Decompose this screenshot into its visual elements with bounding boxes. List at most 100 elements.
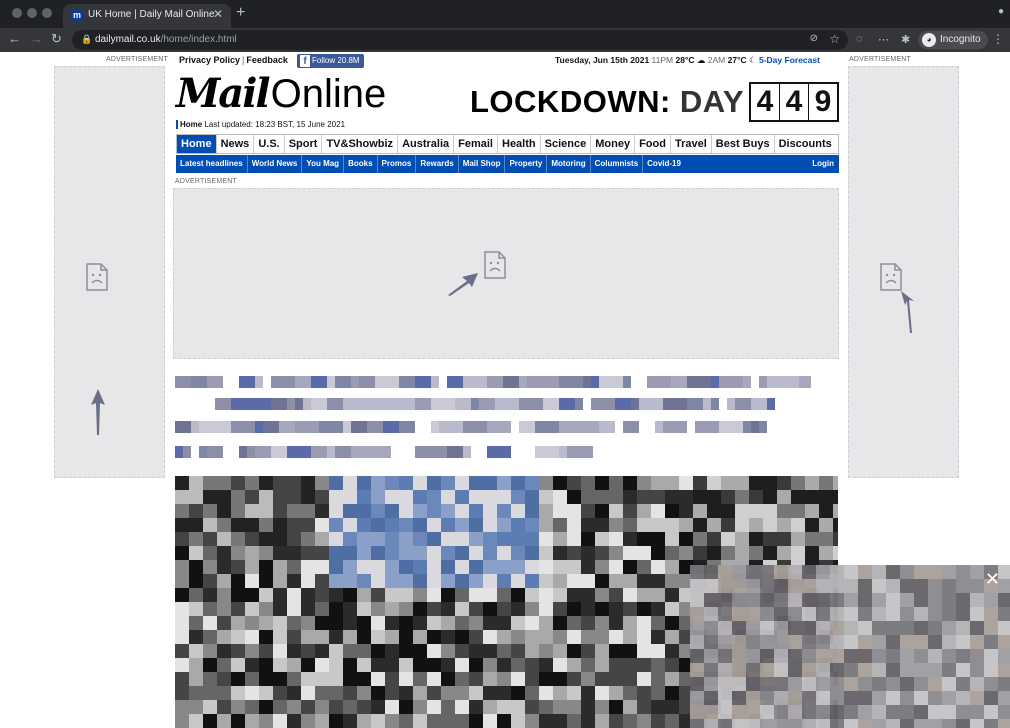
nav-item-health[interactable]: Health	[498, 135, 541, 153]
cursor-arrow-icon	[448, 273, 478, 296]
nav-item-food[interactable]: Food	[635, 135, 671, 153]
subnav-item-books[interactable]: Books	[344, 155, 378, 173]
weather-temp-2: 27°C	[727, 55, 747, 65]
mail-online-logo[interactable]: MailOnline	[176, 70, 386, 117]
subnav-item-latest-headlines[interactable]: Latest headlines	[176, 155, 248, 173]
nav-item-discounts[interactable]: Discounts	[775, 135, 836, 153]
logo-online: Online	[270, 72, 387, 116]
close-video-icon[interactable]: ✕	[985, 569, 1000, 590]
ad-label-right: ADVERTISEMENT	[849, 56, 911, 63]
back-icon[interactable]: ←	[8, 31, 21, 46]
cursor-arrow-icon	[91, 389, 105, 435]
moon-icon: ☾	[748, 55, 757, 65]
last-updated-text: Last updated: 18:23 BST, 15 June 2021	[204, 120, 346, 129]
day-digit: 4	[751, 84, 779, 120]
top-links: Privacy Policy | Feedback	[179, 55, 288, 65]
cursor-arrow-icon	[901, 291, 914, 333]
incognito-profile-button[interactable]: ◕ Incognito	[918, 31, 988, 49]
nav-item-u-s-[interactable]: U.S.	[254, 135, 285, 153]
privacy-policy-link[interactable]: Privacy Policy	[179, 55, 240, 65]
left-side-advertisement[interactable]	[54, 66, 165, 478]
browser-toolbar: ← → ↻ 🔒 dailymail.co.uk/home/index.html …	[0, 28, 1010, 52]
broken-image-icon	[484, 251, 506, 279]
current-date: Tuesday, Jun 15th 2021	[555, 55, 650, 65]
lock-icon[interactable]: 🔒	[81, 34, 92, 45]
five-day-forecast-link[interactable]: 5-Day Forecast	[759, 55, 820, 65]
nav-item-news[interactable]: News	[217, 135, 255, 153]
obscured-headline-line	[175, 421, 767, 433]
nav-item-australia[interactable]: Australia	[398, 135, 455, 153]
url-text[interactable]: dailymail.co.uk/home/index.html	[95, 34, 237, 45]
logo-mail: Mail	[176, 70, 271, 117]
weather-time-1: 11PM	[651, 55, 674, 65]
weather-bar: Tuesday, Jun 15th 2021 11PM 28°C ☁ 2AM 2…	[555, 55, 820, 66]
minimize-window-icon[interactable]	[27, 8, 37, 18]
leaderboard-advertisement[interactable]	[173, 188, 839, 359]
ad-label-left: ADVERTISEMENT	[106, 56, 168, 63]
day-digit: 9	[809, 84, 837, 120]
lockdown-label: LOCKDOWN:	[470, 84, 671, 119]
subnav-item-mail-shop[interactable]: Mail Shop	[459, 155, 506, 173]
tab-title: UK Home | Daily Mail Online	[88, 9, 215, 20]
facebook-follow-button[interactable]: f Follow 20.8M	[297, 54, 364, 68]
cloudy-night-icon: ☁	[696, 55, 706, 65]
extension-icon[interactable]: ◌	[856, 33, 863, 45]
tracking-blocked-icon[interactable]: ⊘	[810, 33, 818, 44]
daily-mail-favicon-icon: m	[71, 9, 83, 21]
obscured-headline-line	[175, 398, 785, 410]
nav-item-home[interactable]: Home	[177, 135, 217, 153]
right-side-advertisement[interactable]	[848, 66, 959, 478]
secondary-navigation: Latest headlines World News You Mag Books Pr…	[176, 155, 839, 173]
profile-label: Incognito	[940, 34, 981, 45]
address-bar[interactable]: 🔒 dailymail.co.uk/home/index.html ⊘ ☆	[72, 30, 848, 50]
obscured-headline-line	[175, 446, 593, 458]
browser-menu-icon[interactable]: ⋮	[992, 32, 1004, 46]
bookmark-star-icon[interactable]: ☆	[829, 32, 840, 46]
login-link[interactable]: Login	[808, 155, 839, 173]
day-label: DAY	[679, 84, 745, 119]
forward-icon[interactable]: →	[30, 31, 43, 46]
ad-label-main: ADVERTISEMENT	[175, 178, 237, 185]
reload-icon[interactable]: ↻	[51, 31, 62, 47]
new-tab-icon[interactable]: +	[236, 4, 245, 22]
nav-item-science[interactable]: Science	[541, 135, 592, 153]
browser-tab[interactable]: m UK Home | Daily Mail Online ✕	[63, 4, 231, 28]
obscured-headline-line	[175, 376, 811, 388]
feedback-link[interactable]: Feedback	[246, 55, 288, 65]
lockdown-banner[interactable]: LOCKDOWN: DAY	[470, 84, 744, 120]
facebook-follow-label: Follow 20.8M	[312, 56, 360, 65]
extension-menu-icon[interactable]: ⋯	[878, 33, 889, 46]
subnav-item-world-news[interactable]: World News	[248, 155, 303, 173]
facebook-icon: f	[300, 55, 310, 67]
maximize-window-icon[interactable]	[42, 8, 52, 18]
browser-tab-bar: m UK Home | Daily Mail Online ✕ + ●	[0, 0, 1010, 28]
subnav-item-motoring[interactable]: Motoring	[547, 155, 591, 173]
subnav-item-columnists[interactable]: Columnists	[591, 155, 644, 173]
subnav-item-covid-19[interactable]: Covid-19	[643, 155, 685, 173]
broken-image-icon	[880, 263, 902, 291]
weather-time-2: 2AM	[707, 55, 726, 65]
incognito-icon: ◕	[922, 33, 936, 47]
lockdown-day-counter: 4 4 9	[749, 82, 839, 122]
subnav-item-rewards[interactable]: Rewards	[416, 155, 459, 173]
last-updated: Home Last updated: 18:23 BST, 15 June 20…	[176, 120, 345, 129]
puzzle-extensions-icon[interactable]: ✱	[901, 33, 910, 46]
subnav-item-property[interactable]: Property	[505, 155, 548, 173]
nav-item-sport[interactable]: Sport	[285, 135, 323, 153]
nav-item-money[interactable]: Money	[591, 135, 636, 153]
subnav-item-you-mag[interactable]: You Mag	[302, 155, 345, 173]
home-label: Home	[180, 120, 203, 129]
nav-item-femail[interactable]: Femail	[454, 135, 498, 153]
close-window-icon[interactable]	[12, 8, 22, 18]
close-tab-icon[interactable]: ✕	[213, 7, 223, 21]
video-overlay[interactable]: ✕	[690, 565, 1010, 728]
nav-item-best-buys[interactable]: Best Buys	[712, 135, 775, 153]
nav-item-tv-showbiz[interactable]: TV&Showbiz	[322, 135, 399, 153]
day-digit: 4	[780, 84, 808, 120]
tab-search-icon[interactable]: ●	[998, 6, 1004, 17]
weather-temp-1: 28°C	[675, 55, 695, 65]
subnav-item-promos[interactable]: Promos	[378, 155, 417, 173]
nav-item-travel[interactable]: Travel	[671, 135, 712, 153]
broken-image-icon	[86, 263, 108, 291]
primary-navigation: Home News U.S. Sport TV&Showbiz Australia Fema…	[176, 134, 839, 154]
